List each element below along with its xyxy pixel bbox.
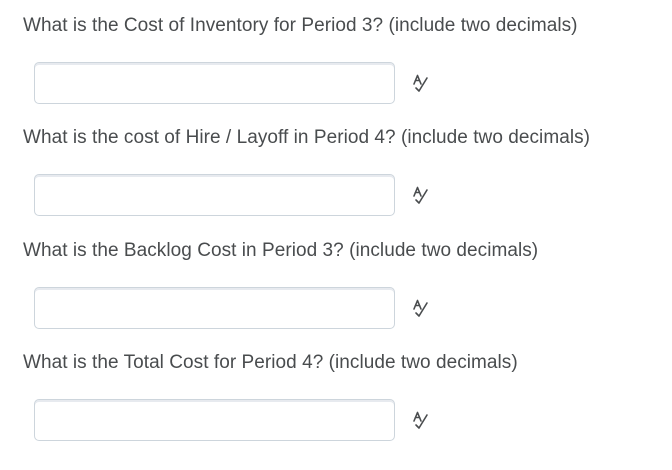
spellcheck-icon[interactable] [411, 410, 431, 430]
question-3-answer-input[interactable] [34, 287, 395, 329]
spellcheck-icon[interactable] [411, 185, 431, 205]
question-1-text: What is the Cost of Inventory for Period… [23, 15, 578, 36]
spellcheck-icon[interactable] [411, 298, 431, 318]
question-1: What is the Cost of Inventory for Period… [0, 0, 672, 113]
question-4-text: What is the Total Cost for Period 4? (in… [23, 352, 518, 373]
question-2: What is the cost of Hire / Layoff in Per… [0, 112, 672, 225]
question-1-answer-input[interactable] [34, 62, 395, 104]
question-4-answer-input[interactable] [34, 399, 395, 441]
question-3: What is the Backlog Cost in Period 3? (i… [0, 225, 672, 338]
question-4: What is the Total Cost for Period 4? (in… [0, 337, 672, 450]
question-3-text: What is the Backlog Cost in Period 3? (i… [23, 240, 539, 261]
question-2-text: What is the cost of Hire / Layoff in Per… [23, 127, 591, 148]
question-2-answer-input[interactable] [34, 174, 395, 216]
spellcheck-icon[interactable] [411, 73, 431, 93]
